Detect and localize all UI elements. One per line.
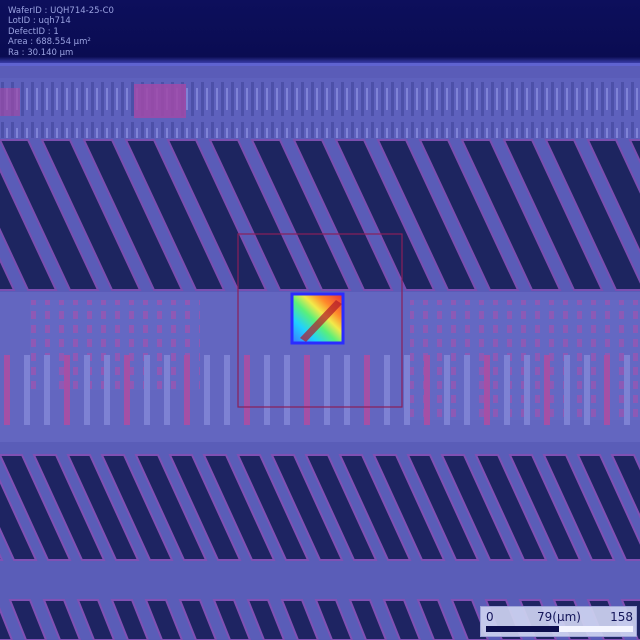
gate-line xyxy=(344,355,350,425)
gate-line xyxy=(4,355,10,425)
scale-max-label: 158 xyxy=(610,610,633,624)
gate-line xyxy=(284,355,290,425)
gate-line xyxy=(564,355,570,425)
gate-line xyxy=(44,355,50,425)
gate-line xyxy=(544,355,550,425)
gate-line xyxy=(64,355,70,425)
defect-info-panel: WaferID : UQH714-25-C0 LotID : uqh714 De… xyxy=(0,0,640,66)
via-field xyxy=(30,300,200,390)
scale-min-label: 0 xyxy=(486,610,494,624)
metal-pad xyxy=(0,88,20,116)
scale-mid-label: 79(µm) xyxy=(537,610,581,624)
wafer-inspection-viewer[interactable]: WaferID : UQH714-25-C0 LotID : uqh714 De… xyxy=(0,0,640,640)
gate-line xyxy=(184,355,190,425)
gate-line xyxy=(444,355,450,425)
gate-line xyxy=(484,355,490,425)
gate-line xyxy=(304,355,310,425)
gate-line xyxy=(164,355,170,425)
gate-line xyxy=(204,355,210,425)
gate-line xyxy=(524,355,530,425)
gate-line xyxy=(84,355,90,425)
scale-bar-segment xyxy=(559,626,633,632)
gate-line xyxy=(144,355,150,425)
gate-line xyxy=(364,355,370,425)
lot-id-label: LotID : uqh714 xyxy=(8,16,71,27)
ra-label: Ra : 30.140 µm xyxy=(8,47,74,58)
gate-line xyxy=(224,355,230,425)
gate-line xyxy=(324,355,330,425)
gate-line xyxy=(624,355,630,425)
gate-line xyxy=(384,355,390,425)
gate-line xyxy=(264,355,270,425)
gate-line xyxy=(464,355,470,425)
metal-pad xyxy=(134,84,186,118)
wafer-micrograph xyxy=(0,0,640,640)
upper-logic-region xyxy=(0,78,640,138)
defect-id-label: DefectID : 1 xyxy=(8,26,59,37)
gate-line xyxy=(24,355,30,425)
gate-line xyxy=(424,355,430,425)
wafer-id-label: WaferID : UQH714-25-C0 xyxy=(8,6,114,16)
area-label: Area : 688.554 µm² xyxy=(8,37,91,48)
gate-line xyxy=(584,355,590,425)
gate-line xyxy=(404,355,410,425)
gate-line xyxy=(124,355,130,425)
gate-line xyxy=(604,355,610,425)
gate-line xyxy=(244,355,250,425)
gate-line xyxy=(504,355,510,425)
gate-line xyxy=(104,355,110,425)
scale-bar-legend: 0 79(µm) 158 xyxy=(480,606,637,637)
